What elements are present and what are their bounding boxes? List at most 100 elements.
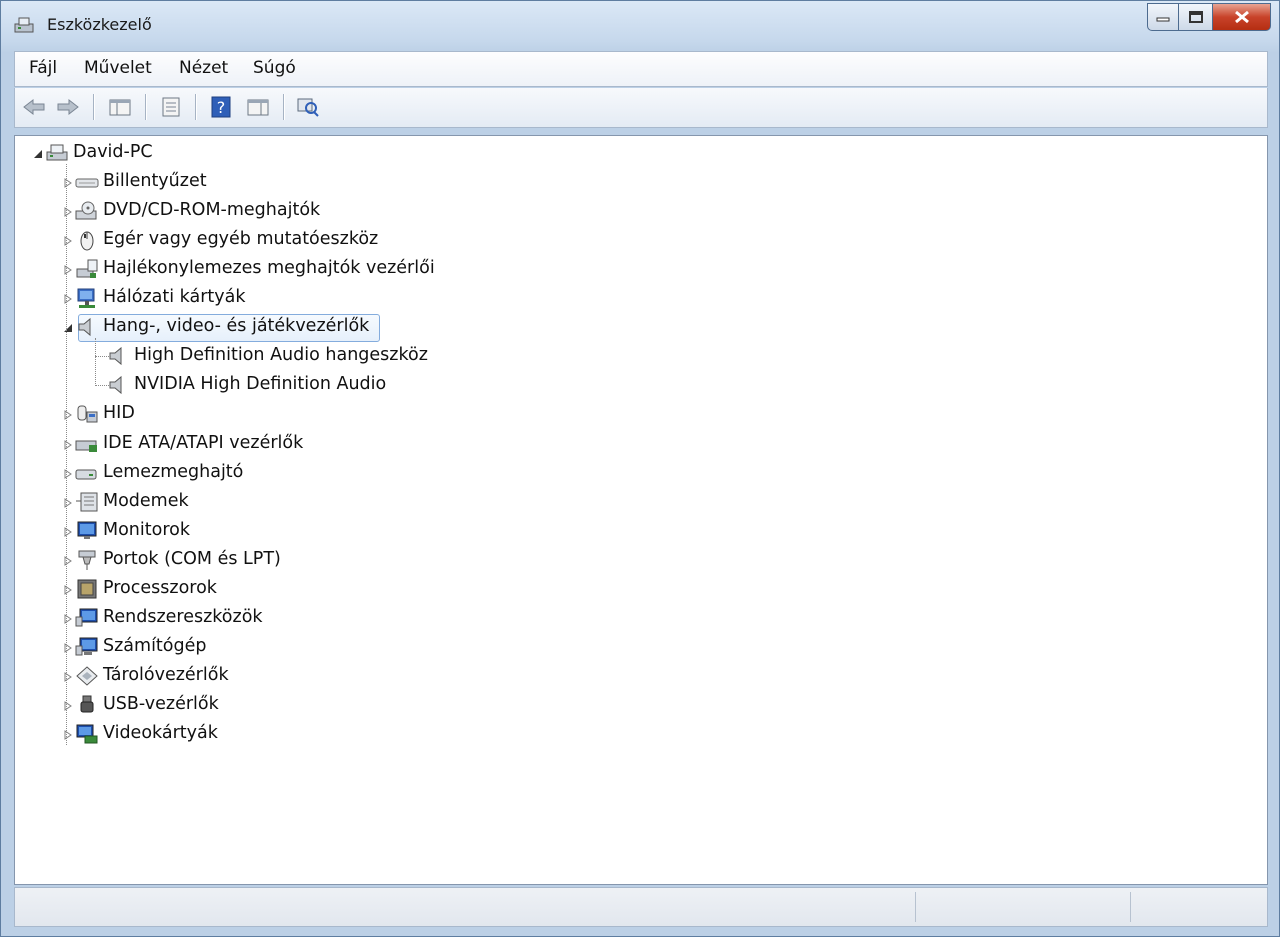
keyboard-icon — [75, 178, 99, 188]
restore-icon — [1188, 11, 1203, 23]
tree-connector-line — [95, 338, 96, 387]
expand-arrow-icon[interactable] — [63, 236, 73, 247]
tree-node-label: NVIDIA High Definition Audio — [134, 374, 387, 395]
collapse-arrow-icon[interactable] — [63, 323, 73, 333]
expand-arrow-icon[interactable] — [63, 265, 73, 276]
tree-device-item[interactable]: NVIDIA High Definition Audio — [15, 372, 1265, 398]
minimize-icon — [1156, 17, 1170, 22]
expand-arrow-icon[interactable] — [63, 642, 73, 653]
menu-help[interactable]: Súgó — [253, 58, 296, 78]
tree-node-label: IDE ATA/ATAPI vezérlők — [103, 432, 304, 453]
tree-category-item[interactable]: Portok (COM és LPT) — [15, 547, 1265, 573]
menu-file[interactable]: Fájl — [29, 58, 57, 78]
tree-category-item[interactable]: IDE ATA/ATAPI vezérlők — [15, 431, 1265, 457]
expand-arrow-icon[interactable] — [63, 410, 73, 421]
menu-bar: Fájl Művelet Nézet Súgó — [14, 51, 1268, 87]
expand-arrow-icon[interactable] — [63, 468, 73, 479]
tree-category-item[interactable]: Rendszereszközök — [15, 605, 1265, 631]
expand-arrow-icon[interactable] — [63, 526, 73, 537]
tree-node-label: USB-vezérlők — [103, 693, 219, 714]
back-icon — [23, 98, 45, 116]
tree-category-item[interactable]: DVD/CD-ROM-meghajtók — [15, 198, 1265, 224]
tree-node-label: Rendszereszközök — [103, 606, 263, 627]
port-icon — [78, 550, 96, 570]
restore-button[interactable] — [1179, 3, 1213, 31]
forward-button[interactable] — [53, 93, 83, 121]
expand-arrow-icon[interactable] — [63, 555, 73, 566]
tree-category-item[interactable]: Modemek — [15, 489, 1265, 515]
scan-hardware-icon — [297, 98, 319, 117]
device-manager-window: Eszközkezelő Fájl Művelet Nézet Súgó ? D… — [0, 0, 1280, 937]
tree-node-label: Hálózati kártyák — [103, 287, 246, 308]
menu-view[interactable]: Nézet — [179, 58, 228, 78]
expand-arrow-icon[interactable] — [63, 701, 73, 711]
tree-category-item[interactable]: Számítógép — [15, 634, 1265, 660]
tree-device-item[interactable]: High Definition Audio hangeszköz — [15, 343, 1265, 369]
tree-node-label: Hajlékonylemezes meghajtók vezérlői — [103, 258, 435, 279]
tree-node-label: Monitorok — [103, 519, 190, 540]
expand-arrow-icon[interactable] — [63, 207, 73, 218]
scan-hardware-button[interactable] — [293, 93, 323, 121]
properties-button[interactable] — [156, 93, 186, 121]
expand-arrow-icon[interactable] — [63, 584, 73, 595]
tree-node-label: Billentyűzet — [103, 171, 207, 192]
action-pane-icon — [247, 99, 269, 116]
computer-root-icon — [46, 144, 68, 161]
expand-arrow-icon[interactable] — [63, 439, 73, 450]
display-adapter-icon — [76, 724, 98, 744]
device-tree: David-PC Billentyűzet DVD/CD-ROM-meghajtók… — [14, 135, 1268, 885]
show-hide-tree-button[interactable] — [105, 93, 135, 121]
tree-category-item[interactable]: Videokártyák — [15, 721, 1265, 747]
toolbar-separator — [93, 94, 94, 120]
back-button[interactable] — [19, 93, 49, 121]
expand-arrow-icon[interactable] — [63, 671, 73, 682]
status-panel — [915, 892, 916, 922]
tree-node-label: Tárolóvezérlők — [103, 664, 229, 685]
title-bar[interactable]: Eszközkezelő — [1, 1, 1279, 49]
menu-action[interactable]: Művelet — [84, 58, 152, 78]
dvd-drive-icon — [75, 201, 97, 220]
mouse-icon — [80, 231, 94, 251]
help-button[interactable]: ? — [206, 93, 236, 121]
action-pane-button[interactable] — [243, 93, 273, 121]
network-adapter-icon — [77, 288, 95, 309]
tree-connector-line — [95, 356, 111, 358]
status-bar — [14, 887, 1268, 927]
computer-icon — [75, 637, 98, 656]
disk-drive-icon — [75, 469, 97, 480]
tree-category-item[interactable]: Egér vagy egyéb mutatóeszköz — [15, 227, 1265, 253]
tree-node-label: Számítógép — [103, 635, 207, 656]
tree-category-item[interactable]: Hang-, video- és játékvezérlők — [15, 314, 1265, 340]
close-button[interactable] — [1213, 3, 1271, 31]
tree-node-label: Lemezmeghajtó — [103, 461, 244, 482]
minimize-button[interactable] — [1147, 3, 1179, 31]
expand-arrow-icon[interactable] — [63, 613, 73, 624]
tree-category-item[interactable]: Hajlékonylemezes meghajtók vezérlői — [15, 256, 1265, 282]
expand-arrow-icon[interactable] — [63, 294, 73, 305]
tree-category-item[interactable]: Monitorok — [15, 518, 1265, 544]
storage-controller-icon — [76, 666, 98, 686]
system-devices-icon — [75, 608, 98, 627]
tree-root-computer[interactable]: David-PC — [15, 140, 1265, 166]
tree-category-item[interactable]: Hálózati kártyák — [15, 285, 1265, 311]
expand-arrow-icon[interactable] — [63, 730, 73, 740]
processor-icon — [77, 579, 97, 599]
tree-node-label: DVD/CD-ROM-meghajtók — [103, 200, 321, 221]
tree-category-item[interactable]: Tárolóvezérlők — [15, 663, 1265, 689]
tree-category-item[interactable]: USB-vezérlők — [15, 692, 1265, 718]
speaker-icon — [78, 318, 91, 337]
tree-node-label: Portok (COM és LPT) — [103, 548, 281, 569]
collapse-arrow-icon[interactable] — [33, 149, 43, 159]
expand-arrow-icon[interactable] — [63, 497, 73, 508]
tree-category-item[interactable]: Lemezmeghajtó — [15, 460, 1265, 486]
expand-arrow-icon[interactable] — [63, 178, 73, 188]
tree-node-label: High Definition Audio hangeszköz — [134, 345, 428, 366]
forward-icon — [57, 98, 79, 116]
tree-category-item[interactable]: Billentyűzet — [15, 169, 1265, 195]
tree-category-item[interactable]: HID — [15, 401, 1265, 427]
tree-node-label: Modemek — [103, 490, 189, 511]
tree-node-label: David-PC — [73, 142, 153, 162]
tree-node-label: HID — [103, 403, 135, 424]
tree-category-item[interactable]: Processzorok — [15, 576, 1265, 602]
modem-icon — [76, 492, 98, 512]
